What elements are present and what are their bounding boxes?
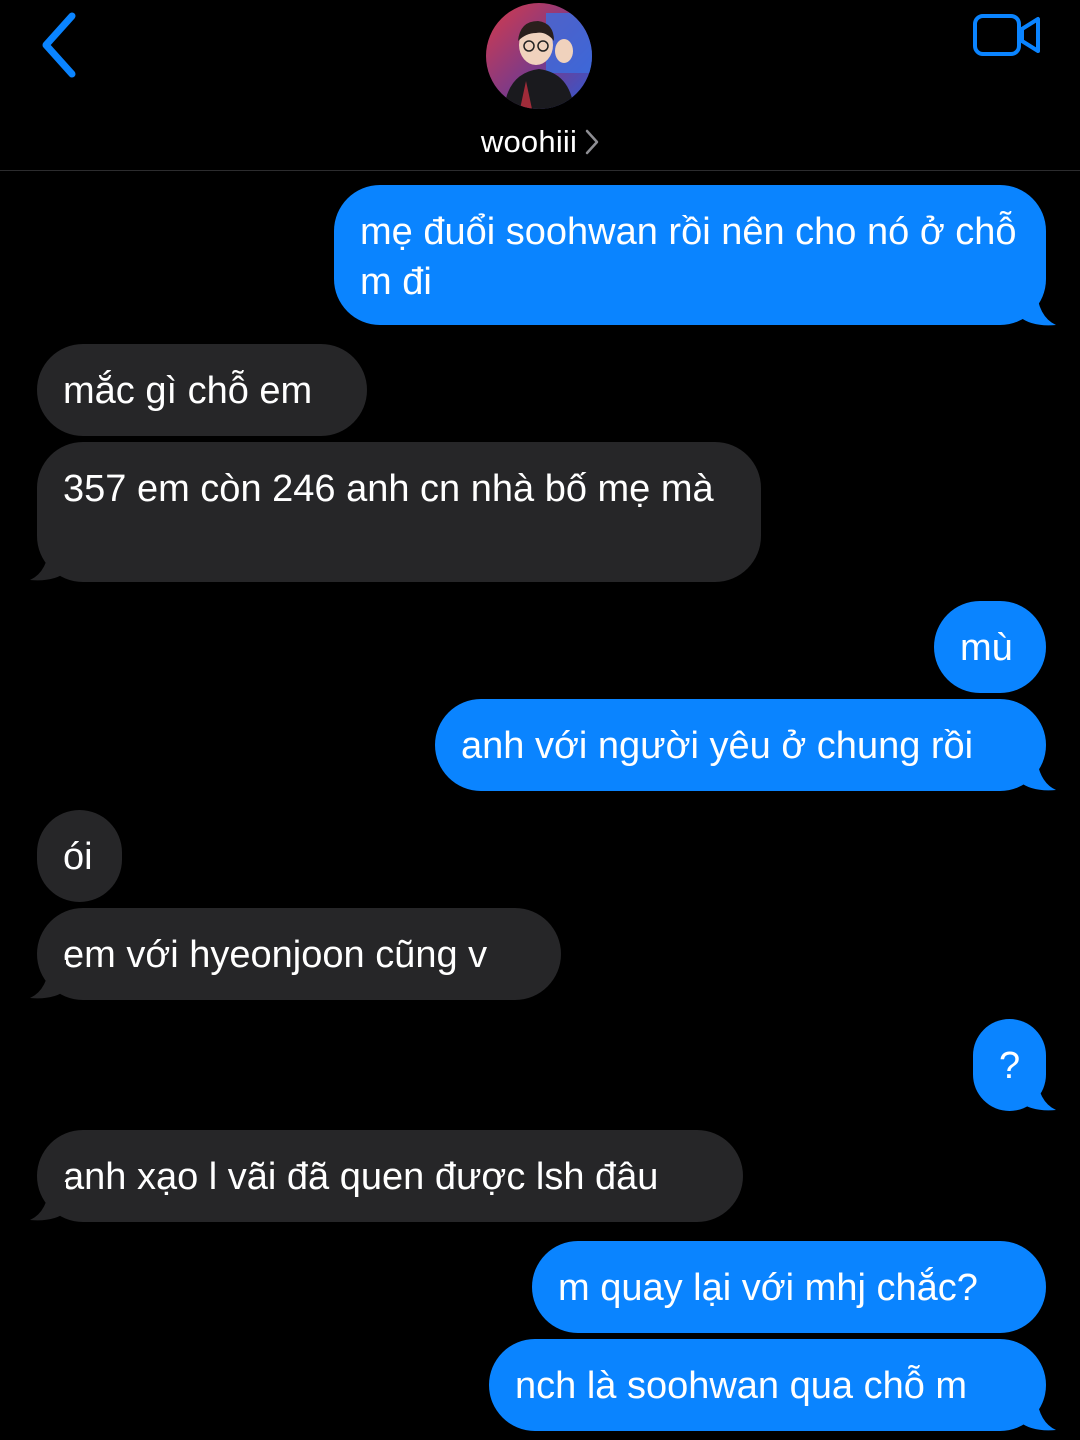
sent-bubble-tail [1020, 1392, 1056, 1431]
sent-bubble-tail [1020, 1072, 1056, 1111]
message-text: em với hyeonjoon cũng v [63, 934, 488, 976]
contact-avatar[interactable] [486, 3, 592, 109]
back-button[interactable] [34, 8, 90, 78]
received-message-bubble[interactable]: 357 em còn 246 anh cn nhà bố mẹ mà [37, 442, 761, 582]
received-bubble-tail [30, 542, 66, 581]
received-bubble-tail [30, 1182, 66, 1221]
received-message-bubble[interactable]: anh xạo l vãi đã quen được lsh đâu [37, 1130, 743, 1222]
sent-bubble-tail [1020, 752, 1056, 791]
chevron-left-icon [42, 12, 76, 78]
sent-message-bubble[interactable]: mù [934, 601, 1046, 693]
video-call-button[interactable] [972, 12, 1044, 58]
message-text: mắc gì chỗ em [63, 370, 313, 412]
message-text: mẹ đuổi soohwan rồi nên cho nó ở chỗ m đ… [360, 211, 1017, 303]
received-bubble-tail [30, 960, 66, 999]
message-text: mù [960, 627, 1013, 669]
received-message-bubble[interactable]: em với hyeonjoon cũng v [37, 908, 561, 1000]
sent-message-bubble[interactable]: nch là soohwan qua chỗ m [489, 1339, 1046, 1431]
message-text: anh với người yêu ở chung rồi [461, 725, 974, 767]
sent-message-bubble[interactable]: m quay lại với mhj chắc? [532, 1241, 1046, 1333]
received-message-bubble[interactable]: ói [37, 810, 122, 902]
contact-name: woohiii [480, 124, 578, 159]
avatar-image [486, 3, 592, 109]
sent-message-bubble[interactable]: mẹ đuổi soohwan rồi nên cho nó ở chỗ m đ… [334, 185, 1046, 325]
sent-message-bubble[interactable]: anh với người yêu ở chung rồi [435, 699, 1046, 791]
messages-screen: woohiii mẹ đuổi soohwan rồi nên cho nó ở… [0, 0, 1080, 1440]
message-text: m quay lại với mhj chắc? [558, 1267, 978, 1309]
conversation-header: woohiii [0, 0, 1080, 171]
message-text: anh xạo l vãi đã quen được lsh đâu [63, 1156, 659, 1198]
received-message-bubble[interactable]: mắc gì chỗ em [37, 344, 367, 436]
chevron-right-icon [585, 129, 599, 155]
message-text: ? [999, 1045, 1021, 1087]
message-text: 357 em còn 246 anh cn nhà bố mẹ mà [63, 468, 714, 510]
contact-name-button[interactable]: woohiii [0, 118, 1080, 166]
message-text: nch là soohwan qua chỗ m [515, 1365, 968, 1407]
message-text: ói [63, 836, 93, 878]
video-camera-icon [973, 14, 1040, 56]
sent-bubble-tail [1020, 287, 1056, 326]
